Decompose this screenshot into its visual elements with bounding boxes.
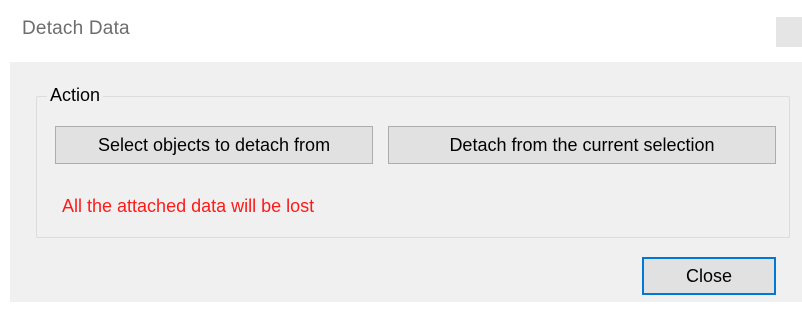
- title-bar: Detach Data: [0, 0, 802, 62]
- action-group-label: Action: [47, 84, 104, 106]
- data-loss-warning: All the attached data will be lost: [62, 196, 315, 216]
- close-button[interactable]: Close: [642, 257, 776, 295]
- detach-current-selection-button[interactable]: Detach from the current selection: [388, 126, 776, 164]
- title-bar-control[interactable]: [776, 17, 802, 47]
- window-title: Detach Data: [22, 18, 130, 39]
- select-objects-button[interactable]: Select objects to detach from: [55, 126, 373, 164]
- detach-data-dialog: Detach Data Action Select objects to det…: [0, 0, 802, 315]
- dialog-body: Action Select objects to detach from Det…: [10, 62, 802, 302]
